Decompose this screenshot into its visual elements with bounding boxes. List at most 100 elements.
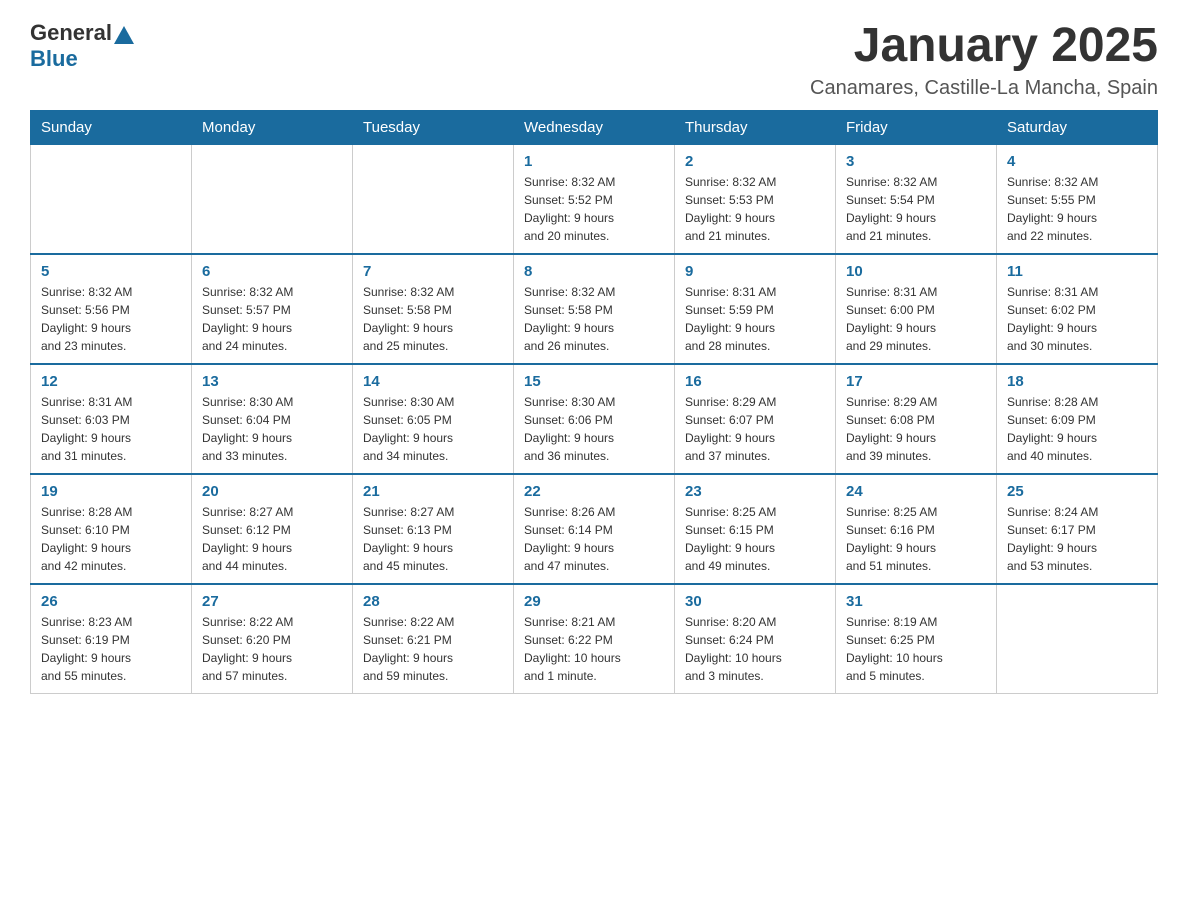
- calendar-cell: 21 Sunrise: 8:27 AM Sunset: 6:13 PM Dayli…: [353, 474, 514, 584]
- day-number: 5: [41, 263, 181, 280]
- calendar-cell: 13 Sunrise: 8:30 AM Sunset: 6:04 PM Dayli…: [192, 364, 353, 474]
- day-info: Sunrise: 8:30 AM Sunset: 6:04 PM Dayligh…: [202, 393, 342, 465]
- day-number: 23: [685, 483, 825, 500]
- calendar-cell: 17 Sunrise: 8:29 AM Sunset: 6:08 PM Dayli…: [836, 364, 997, 474]
- day-info: Sunrise: 8:32 AM Sunset: 5:57 PM Dayligh…: [202, 283, 342, 355]
- calendar-cell: 4Sunrise: 8:32 AM Sunset: 5:55 PM Daylig…: [997, 144, 1158, 254]
- header-thursday: Thursday: [675, 110, 836, 144]
- day-info: Sunrise: 8:19 AM Sunset: 6:25 PM Dayligh…: [846, 613, 986, 685]
- day-number: 6: [202, 263, 342, 280]
- calendar-cell: 2 Sunrise: 8:32 AM Sunset: 5:53 PM Daylig…: [675, 144, 836, 254]
- day-number: 28: [363, 593, 503, 610]
- week-row-2: 5 Sunrise: 8:32 AM Sunset: 5:56 PM Daylig…: [31, 254, 1158, 364]
- day-info: Sunrise: 8:24 AM Sunset: 6:17 PM Dayligh…: [1007, 503, 1147, 575]
- title-area: January 2025 Canamares, Castille-La Manc…: [810, 20, 1158, 100]
- week-row-5: 26Sunrise: 8:23 AM Sunset: 6:19 PM Dayli…: [31, 584, 1158, 694]
- calendar-cell: 10 Sunrise: 8:31 AM Sunset: 6:00 PM Dayli…: [836, 254, 997, 364]
- day-info: Sunrise: 8:32 AM Sunset: 5:54 PM Dayligh…: [846, 173, 986, 245]
- calendar-cell: 16Sunrise: 8:29 AM Sunset: 6:07 PM Dayli…: [675, 364, 836, 474]
- day-number: 8: [524, 263, 664, 280]
- calendar-cell: 31 Sunrise: 8:19 AM Sunset: 6:25 PM Dayli…: [836, 584, 997, 694]
- day-info: Sunrise: 8:32 AM Sunset: 5:56 PM Dayligh…: [41, 283, 181, 355]
- day-number: 10: [846, 263, 986, 280]
- day-info: Sunrise: 8:28 AM Sunset: 6:10 PM Dayligh…: [41, 503, 181, 575]
- header-tuesday: Tuesday: [353, 110, 514, 144]
- day-info: Sunrise: 8:28 AM Sunset: 6:09 PM Dayligh…: [1007, 393, 1147, 465]
- calendar-cell: 8Sunrise: 8:32 AM Sunset: 5:58 PM Daylig…: [514, 254, 675, 364]
- week-row-4: 19Sunrise: 8:28 AM Sunset: 6:10 PM Dayli…: [31, 474, 1158, 584]
- day-info: Sunrise: 8:31 AM Sunset: 6:02 PM Dayligh…: [1007, 283, 1147, 355]
- calendar-cell: 14 Sunrise: 8:30 AM Sunset: 6:05 PM Dayli…: [353, 364, 514, 474]
- day-info: Sunrise: 8:30 AM Sunset: 6:05 PM Dayligh…: [363, 393, 503, 465]
- day-number: 16: [685, 373, 825, 390]
- calendar-cell: 6 Sunrise: 8:32 AM Sunset: 5:57 PM Daylig…: [192, 254, 353, 364]
- day-info: Sunrise: 8:27 AM Sunset: 6:13 PM Dayligh…: [363, 503, 503, 575]
- month-title: January 2025: [810, 20, 1158, 73]
- day-number: 2: [685, 153, 825, 170]
- location-title: Canamares, Castille-La Mancha, Spain: [810, 77, 1158, 100]
- day-number: 21: [363, 483, 503, 500]
- calendar-cell: 26Sunrise: 8:23 AM Sunset: 6:19 PM Dayli…: [31, 584, 192, 694]
- calendar-cell: 12Sunrise: 8:31 AM Sunset: 6:03 PM Dayli…: [31, 364, 192, 474]
- day-info: Sunrise: 8:32 AM Sunset: 5:53 PM Dayligh…: [685, 173, 825, 245]
- logo-blue: Blue: [30, 46, 78, 71]
- day-number: 15: [524, 373, 664, 390]
- calendar-cell: [353, 144, 514, 254]
- calendar-table: SundayMondayTuesdayWednesdayThursdayFrid…: [30, 110, 1158, 694]
- day-number: 29: [524, 593, 664, 610]
- day-info: Sunrise: 8:29 AM Sunset: 6:08 PM Dayligh…: [846, 393, 986, 465]
- day-info: Sunrise: 8:31 AM Sunset: 6:03 PM Dayligh…: [41, 393, 181, 465]
- calendar-cell: 23 Sunrise: 8:25 AM Sunset: 6:15 PM Dayli…: [675, 474, 836, 584]
- day-number: 20: [202, 483, 342, 500]
- calendar-cell: 15 Sunrise: 8:30 AM Sunset: 6:06 PM Dayli…: [514, 364, 675, 474]
- day-number: 25: [1007, 483, 1147, 500]
- day-info: Sunrise: 8:27 AM Sunset: 6:12 PM Dayligh…: [202, 503, 342, 575]
- day-number: 14: [363, 373, 503, 390]
- header-saturday: Saturday: [997, 110, 1158, 144]
- day-info: Sunrise: 8:32 AM Sunset: 5:52 PM Dayligh…: [524, 173, 664, 245]
- calendar-cell: 9 Sunrise: 8:31 AM Sunset: 5:59 PM Daylig…: [675, 254, 836, 364]
- calendar-cell: [192, 144, 353, 254]
- day-number: 18: [1007, 373, 1147, 390]
- logo: General Blue: [30, 20, 136, 72]
- header-row: SundayMondayTuesdayWednesdayThursdayFrid…: [31, 110, 1158, 144]
- day-number: 9: [685, 263, 825, 280]
- day-number: 1: [524, 153, 664, 170]
- day-number: 26: [41, 593, 181, 610]
- day-info: Sunrise: 8:32 AM Sunset: 5:58 PM Dayligh…: [363, 283, 503, 355]
- calendar-cell: 3 Sunrise: 8:32 AM Sunset: 5:54 PM Daylig…: [836, 144, 997, 254]
- day-info: Sunrise: 8:31 AM Sunset: 5:59 PM Dayligh…: [685, 283, 825, 355]
- header-sunday: Sunday: [31, 110, 192, 144]
- calendar-cell: 7Sunrise: 8:32 AM Sunset: 5:58 PM Daylig…: [353, 254, 514, 364]
- calendar-cell: [997, 584, 1158, 694]
- calendar-cell: [31, 144, 192, 254]
- day-number: 31: [846, 593, 986, 610]
- day-info: Sunrise: 8:21 AM Sunset: 6:22 PM Dayligh…: [524, 613, 664, 685]
- logo-general: General: [30, 20, 112, 46]
- calendar-cell: 29 Sunrise: 8:21 AM Sunset: 6:22 PM Dayli…: [514, 584, 675, 694]
- day-info: Sunrise: 8:22 AM Sunset: 6:21 PM Dayligh…: [363, 613, 503, 685]
- day-info: Sunrise: 8:31 AM Sunset: 6:00 PM Dayligh…: [846, 283, 986, 355]
- day-info: Sunrise: 8:32 AM Sunset: 5:55 PM Dayligh…: [1007, 173, 1147, 245]
- logo-text: General: [30, 20, 136, 46]
- header-friday: Friday: [836, 110, 997, 144]
- day-number: 13: [202, 373, 342, 390]
- day-number: 22: [524, 483, 664, 500]
- calendar-cell: 28 Sunrise: 8:22 AM Sunset: 6:21 PM Dayli…: [353, 584, 514, 694]
- day-number: 3: [846, 153, 986, 170]
- calendar-cell: 1 Sunrise: 8:32 AM Sunset: 5:52 PM Daylig…: [514, 144, 675, 254]
- day-number: 17: [846, 373, 986, 390]
- calendar-cell: 20 Sunrise: 8:27 AM Sunset: 6:12 PM Dayli…: [192, 474, 353, 584]
- calendar-cell: 24Sunrise: 8:25 AM Sunset: 6:16 PM Dayli…: [836, 474, 997, 584]
- calendar-cell: 11Sunrise: 8:31 AM Sunset: 6:02 PM Dayli…: [997, 254, 1158, 364]
- calendar-cell: 19Sunrise: 8:28 AM Sunset: 6:10 PM Dayli…: [31, 474, 192, 584]
- day-info: Sunrise: 8:22 AM Sunset: 6:20 PM Dayligh…: [202, 613, 342, 685]
- day-info: Sunrise: 8:26 AM Sunset: 6:14 PM Dayligh…: [524, 503, 664, 575]
- day-number: 27: [202, 593, 342, 610]
- day-number: 30: [685, 593, 825, 610]
- day-info: Sunrise: 8:30 AM Sunset: 6:06 PM Dayligh…: [524, 393, 664, 465]
- calendar-cell: 30Sunrise: 8:20 AM Sunset: 6:24 PM Dayli…: [675, 584, 836, 694]
- header-monday: Monday: [192, 110, 353, 144]
- day-info: Sunrise: 8:25 AM Sunset: 6:16 PM Dayligh…: [846, 503, 986, 575]
- day-info: Sunrise: 8:25 AM Sunset: 6:15 PM Dayligh…: [685, 503, 825, 575]
